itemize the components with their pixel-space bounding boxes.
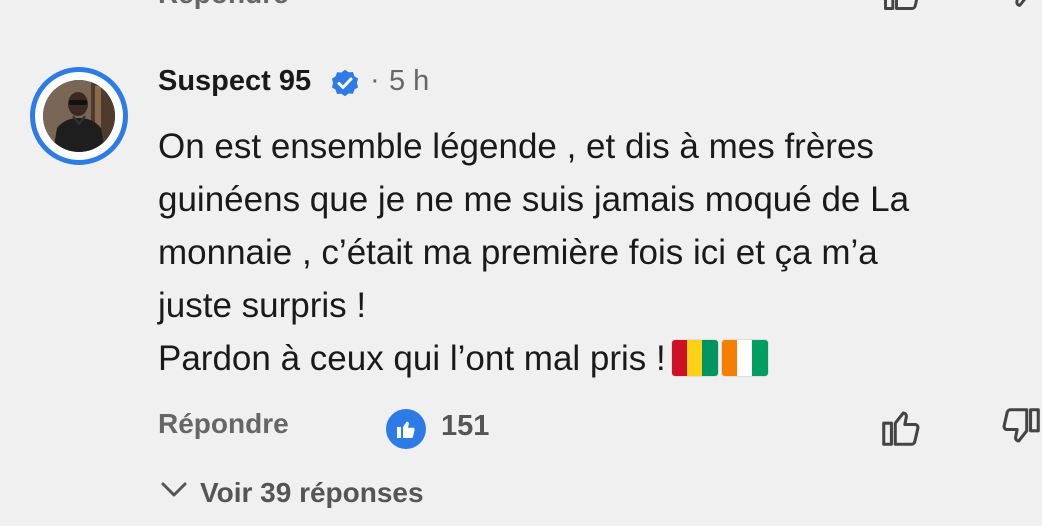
flag-stripe-orange: [721, 340, 738, 376]
comment-body: On est ensemble légende , et dis à mes f…: [158, 120, 1042, 385]
avatar[interactable]: [43, 80, 115, 152]
previous-dislike-icon[interactable]: [1000, 0, 1042, 14]
like-count: 151: [441, 410, 490, 442]
comment-line-text: Pardon à ceux qui l’ont mal pris !: [158, 339, 666, 378]
meta-separator: ·: [370, 64, 380, 96]
previous-reply-button[interactable]: Répondre: [158, 0, 289, 10]
flag-stripe-white: [737, 340, 753, 376]
flag-stripe-red: [671, 340, 688, 376]
comment-line: guinéens que je ne me suis jamais moqué …: [158, 180, 910, 219]
flag-stripe-yellow: [687, 340, 703, 376]
flag-stripe-green: [702, 340, 718, 376]
comment-line: monnaie , c’était ma première fois ici e…: [158, 233, 878, 272]
comments-view: Répondre Suspect 95 · 5 h On: [0, 0, 1042, 526]
avatar-story-ring[interactable]: [30, 67, 128, 165]
guinea-flag-emoji: [671, 340, 718, 376]
avatar-photo: [43, 80, 115, 152]
verified-badge-icon: [331, 69, 359, 97]
flag-stripe-green: [752, 340, 768, 376]
view-replies-label: Voir 39 réponses: [200, 477, 424, 508]
thumbs-up-icon[interactable]: [878, 404, 924, 450]
comment-line: juste surpris !: [158, 286, 367, 325]
reply-button[interactable]: Répondre: [158, 408, 289, 440]
comment-timestamp: 5 h: [389, 65, 430, 97]
chevron-down-icon: [161, 482, 187, 497]
previous-like-icon[interactable]: [880, 0, 924, 14]
cote-divoire-flag-emoji: [721, 340, 768, 376]
view-replies-button[interactable]: Voir 39 réponses: [160, 477, 424, 509]
like-reaction-icon[interactable]: [385, 408, 427, 450]
comment-author-name[interactable]: Suspect 95: [158, 65, 311, 98]
comment-line-last: Pardon à ceux qui l’ont mal pris !: [158, 332, 1042, 385]
comment-line: On est ensemble légende , et dis à mes f…: [158, 127, 874, 166]
thumbs-down-icon[interactable]: [998, 404, 1042, 450]
previous-comment-actions: Répondre: [0, 0, 1042, 12]
